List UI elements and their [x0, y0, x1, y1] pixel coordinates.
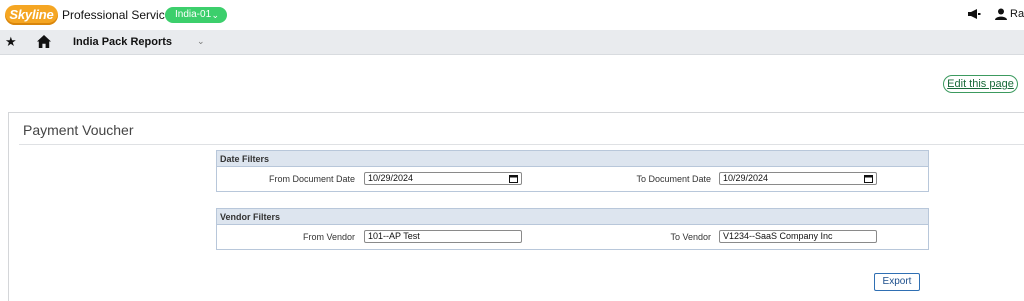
from-vendor-input[interactable]: 101--AP Test — [364, 230, 522, 243]
calendar-icon[interactable] — [864, 174, 873, 183]
top-bar: Skyline Professional Services India-01 ⌄… — [0, 0, 1024, 30]
edit-page-button[interactable]: Edit this page — [943, 75, 1018, 93]
report-panel: Payment Voucher — [8, 112, 1024, 301]
from-vendor-value: 101--AP Test — [368, 231, 420, 241]
date-filters-row: From Document Date 10/29/2024 To Documen… — [217, 167, 928, 191]
app-name: Professional Services — [62, 8, 178, 22]
from-document-date-label: From Document Date — [268, 174, 355, 184]
environment-label: India-01 — [175, 9, 212, 20]
skyline-logo[interactable]: Skyline — [5, 5, 58, 25]
megaphone-icon[interactable] — [967, 8, 981, 20]
environment-selector[interactable]: India-01 ⌄ — [165, 7, 227, 23]
vendor-filters-section: Vendor Filters From Vendor 101--AP Test … — [216, 208, 929, 250]
from-document-date-value: 10/29/2024 — [368, 173, 414, 183]
star-icon[interactable]: ★ — [5, 34, 17, 50]
to-vendor-label: To Vendor — [670, 232, 711, 242]
vendor-filters-row: From Vendor 101--AP Test To Vendor V1234… — [217, 225, 928, 249]
top-right-actions: Ra — [967, 8, 1024, 20]
from-document-date-input[interactable]: 10/29/2024 — [364, 172, 522, 185]
home-icon[interactable] — [37, 35, 51, 48]
vendor-filters-heading: Vendor Filters — [217, 209, 928, 225]
to-document-date-label: To Document Date — [636, 174, 711, 184]
user-icon[interactable] — [995, 8, 1007, 20]
to-vendor-value: V1234--SaaS Company Inc — [723, 231, 833, 241]
from-vendor-label: From Vendor — [302, 232, 355, 242]
nav-module-title[interactable]: India Pack Reports — [73, 36, 172, 48]
export-button[interactable]: Export — [874, 273, 920, 291]
nav-bar: ★ India Pack Reports ⌄ — [0, 30, 1024, 55]
date-filters-section: Date Filters From Document Date 10/29/20… — [216, 150, 929, 192]
chevron-down-icon[interactable]: ⌄ — [197, 36, 205, 47]
to-document-date-value: 10/29/2024 — [723, 173, 769, 183]
page-title: Payment Voucher — [23, 122, 134, 138]
to-vendor-input[interactable]: V1234--SaaS Company Inc — [719, 230, 877, 243]
title-divider — [19, 144, 1024, 145]
chevron-down-icon: ⌄ — [211, 10, 219, 20]
to-document-date-input[interactable]: 10/29/2024 — [719, 172, 877, 185]
calendar-icon[interactable] — [509, 174, 518, 183]
date-filters-heading: Date Filters — [217, 151, 928, 167]
user-name[interactable]: Ra — [1010, 8, 1024, 20]
